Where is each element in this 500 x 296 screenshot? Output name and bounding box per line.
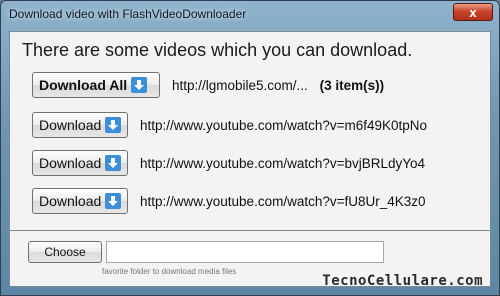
close-icon: x (469, 4, 477, 20)
download-all-label: Download All (39, 77, 128, 93)
app-window: Download video with FlashVideoDownloader… (0, 0, 500, 296)
title-bar[interactable]: Download video with FlashVideoDownloader… (1, 1, 499, 29)
download-all-source: http://lgmobile5.com/... (3 item(s)) (172, 78, 384, 93)
choose-folder-button[interactable]: Choose (28, 241, 102, 263)
video-url-3: http://www.youtube.com/watch?v=fU8Ur_4K3… (140, 194, 426, 209)
download-button-3[interactable]: Download (32, 188, 128, 214)
folder-hint: favorite folder to download media files (102, 267, 237, 276)
page-heading: There are some videos which you can down… (22, 40, 413, 60)
download-label: Download (39, 155, 102, 171)
download-all-button[interactable]: Download All (32, 72, 160, 98)
item-count: (3 item(s)) (319, 78, 385, 93)
main-panel: There are some videos which you can down… (9, 31, 491, 231)
window-title: Download video with FlashVideoDownloader (9, 7, 247, 21)
close-button[interactable]: x (453, 3, 493, 21)
download-arrow-icon (105, 117, 122, 133)
download-label: Download (39, 117, 102, 133)
video-url-1: http://www.youtube.com/watch?v=m6f49K0tp… (140, 118, 428, 133)
download-label: Download (39, 193, 102, 209)
folder-path-input[interactable] (106, 241, 384, 263)
download-arrow-icon (105, 193, 122, 209)
source-url: http://lgmobile5.com/... (172, 78, 308, 93)
watermark-logo: TecnoCellulare.com (322, 273, 483, 289)
download-arrow-icon (105, 155, 122, 171)
download-button-1[interactable]: Download (32, 112, 128, 138)
video-url-2: http://www.youtube.com/watch?v=bvjBRLdyY… (140, 156, 426, 171)
download-button-2[interactable]: Download (32, 150, 128, 176)
download-arrow-icon (131, 77, 148, 93)
